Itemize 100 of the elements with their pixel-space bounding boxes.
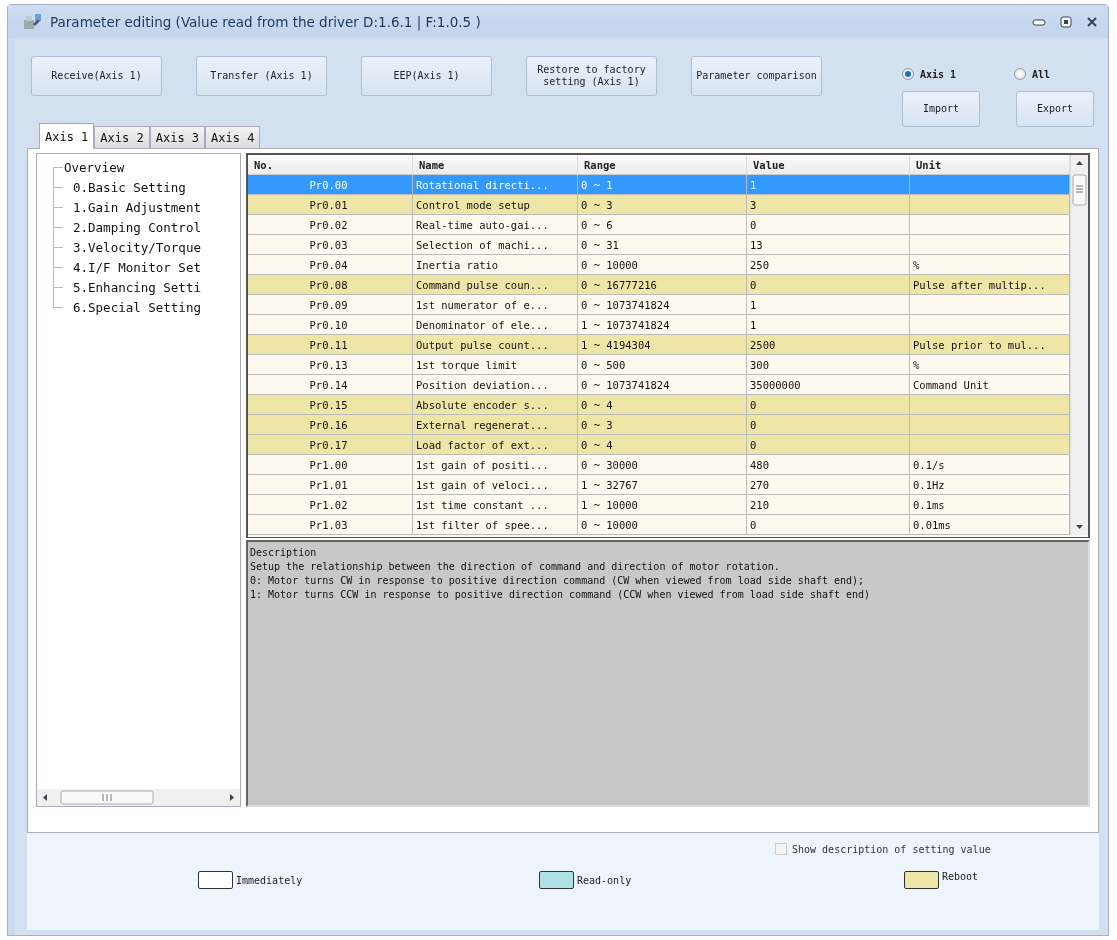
table-cell: 0 [747,395,910,415]
table-cell: Pr1.03 [248,515,413,535]
table-cell: 0 ~ 3 [578,415,747,435]
description-heading: Description [250,546,318,560]
table-cell: 1 ~ 10000 [578,495,747,515]
tree-item[interactable]: 5.Enhancing Setti [73,279,201,295]
table-cell: Command Unit [910,375,1070,395]
tree-item[interactable]: 2.Damping Control [73,219,201,235]
axis-tab[interactable]: Axis 1 [39,123,95,149]
table-cell: 0 [747,275,910,295]
table-cell: 0.1ms [910,495,1070,515]
table-cell: Inertia ratio [413,255,578,275]
tree-item[interactable]: Overview [64,160,125,175]
table-cell: Selection of machi... [413,235,578,255]
table-cell: 3 [747,195,910,215]
legend-label: Read-only [577,874,632,886]
table-cell: Pr0.00 [248,175,413,195]
toolbar-button[interactable]: EEP(Axis 1) [361,56,492,96]
legend-label: Reboot [942,871,979,882]
table-cell: 1 ~ 4194304 [578,335,747,355]
table-cell: 0 ~ 500 [578,355,747,375]
table-cell: Pr0.03 [248,235,413,255]
table-cell: Pr0.13 [248,355,413,375]
axis-tab[interactable]: Axis 4 [205,126,261,148]
table-cell: 0.1/s [910,455,1070,475]
table-cell: Pr1.02 [248,495,413,515]
table-cell: Pr0.14 [248,375,413,395]
table-cell: Output pulse count... [413,335,578,355]
toolbar-button[interactable]: Restore to factory setting (Axis 1) [526,56,657,96]
column-header[interactable]: No. [248,155,413,175]
table-cell: 300 [747,355,910,375]
table-cell: Pr0.04 [248,255,413,275]
table-cell: Command pulse coun... [413,275,578,295]
table-cell: 2500 [747,335,910,355]
column-header[interactable]: Name [413,155,578,175]
table-cell: 0 ~ 6 [578,215,747,235]
window-title: Parameter editing (Value read from the driver D:1.6.1 | F:1.0.5 ) [50,13,482,30]
table-cell: 0 ~ 16777216 [578,275,747,295]
description-text: 0: Motor turns CW in response to positive direction command (CW when viewed from load side shaft end); [250,574,866,588]
table-cell: 0 [747,435,910,455]
toolbar-button[interactable]: Receive(Axis 1) [31,56,162,96]
table-cell: 0 ~ 4 [578,395,747,415]
table-cell: 1 [747,315,910,335]
tree-panel[interactable]: Overview 0.Basic Setting 1.Gain Adjustment 2.Damping Control 3.Velocity/Torque 4.I/F Monitor Set 5.Enhancing Setti 6.Special Setting [36,153,241,807]
table-cell: 1 [747,175,910,195]
table-cell: 0 ~ 10000 [578,515,747,535]
axis-tab[interactable]: Axis 2 [94,126,150,148]
legend-label: Immediately [236,874,303,886]
table-cell: 270 [747,475,910,495]
table-cell: % [910,255,1070,275]
table-cell: Rotational directi... [413,175,578,195]
table-cell: 0.01ms [910,515,1070,535]
description-text: 1: Motor turns CCW in response to positive direction command (CCW when viewed from load side shaft end) [250,588,872,602]
table-cell: Pr0.11 [248,335,413,355]
axis-tab[interactable]: Axis 3 [149,126,206,148]
column-header[interactable]: Range [578,155,747,175]
tree-item[interactable]: 3.Velocity/Torque [73,239,201,255]
table-cell: 0 ~ 1073741824 [578,375,747,395]
table-cell: 1st gain of veloci... [413,475,578,495]
tree-item[interactable]: 1.Gain Adjustment [73,199,201,215]
toolbar-button[interactable]: Import [902,91,980,127]
toolbar-button[interactable]: Transfer (Axis 1) [196,56,327,96]
description-text: Setup the relationship between the direction of command and direction of motor rotation. [250,560,781,574]
table-cell: External regenerat... [413,415,578,435]
table-cell: Real-time auto-gai... [413,215,578,235]
table-cell: Pr0.16 [248,415,413,435]
table-cell: 1st torque limit [413,355,578,375]
table-cell: Pr0.08 [248,275,413,295]
table-cell: 35000000 [747,375,910,395]
column-header[interactable]: Unit [910,155,1070,175]
table-cell: 0 [747,515,910,535]
table-cell: Pulse after multip... [910,275,1070,295]
tree-item[interactable]: 4.I/F Monitor Set [73,259,201,275]
table-cell: Pr0.15 [248,395,413,415]
table-cell: 13 [747,235,910,255]
table-cell: Load factor of ext... [413,435,578,455]
table-cell: 1st gain of positi... [413,455,578,475]
column-header[interactable]: Value [747,155,910,175]
table-cell: 1st filter of spee... [413,515,578,535]
table-cell: 0 [747,215,910,235]
table-cell: 1 ~ 32767 [578,475,747,495]
table-cell: 0 ~ 1 [578,175,747,195]
table-cell: 0 ~ 1073741824 [578,295,747,315]
table-cell: Absolute encoder s... [413,395,578,415]
tree-item[interactable]: 6.Special Setting [73,299,201,315]
table-cell: 0 [747,415,910,435]
table-cell: 480 [747,455,910,475]
toolbar-button[interactable]: Export [1016,91,1094,127]
table-cell: Pulse prior to mul... [910,335,1070,355]
table-cell: 0 ~ 30000 [578,455,747,475]
table-cell: Denominator of ele... [413,315,578,335]
toolbar-button[interactable]: Parameter comparison [691,56,822,96]
table-cell: 1st numerator of e... [413,295,578,315]
table-cell: 0.1Hz [910,475,1070,495]
radio-label: Axis 1 [920,68,957,80]
table-cell: Position deviation... [413,375,578,395]
table-cell: Control mode setup [413,195,578,215]
checkbox-label: Show description of setting value [792,843,991,855]
table-cell: Pr0.02 [248,215,413,235]
tree-item[interactable]: 0.Basic Setting [73,179,186,195]
